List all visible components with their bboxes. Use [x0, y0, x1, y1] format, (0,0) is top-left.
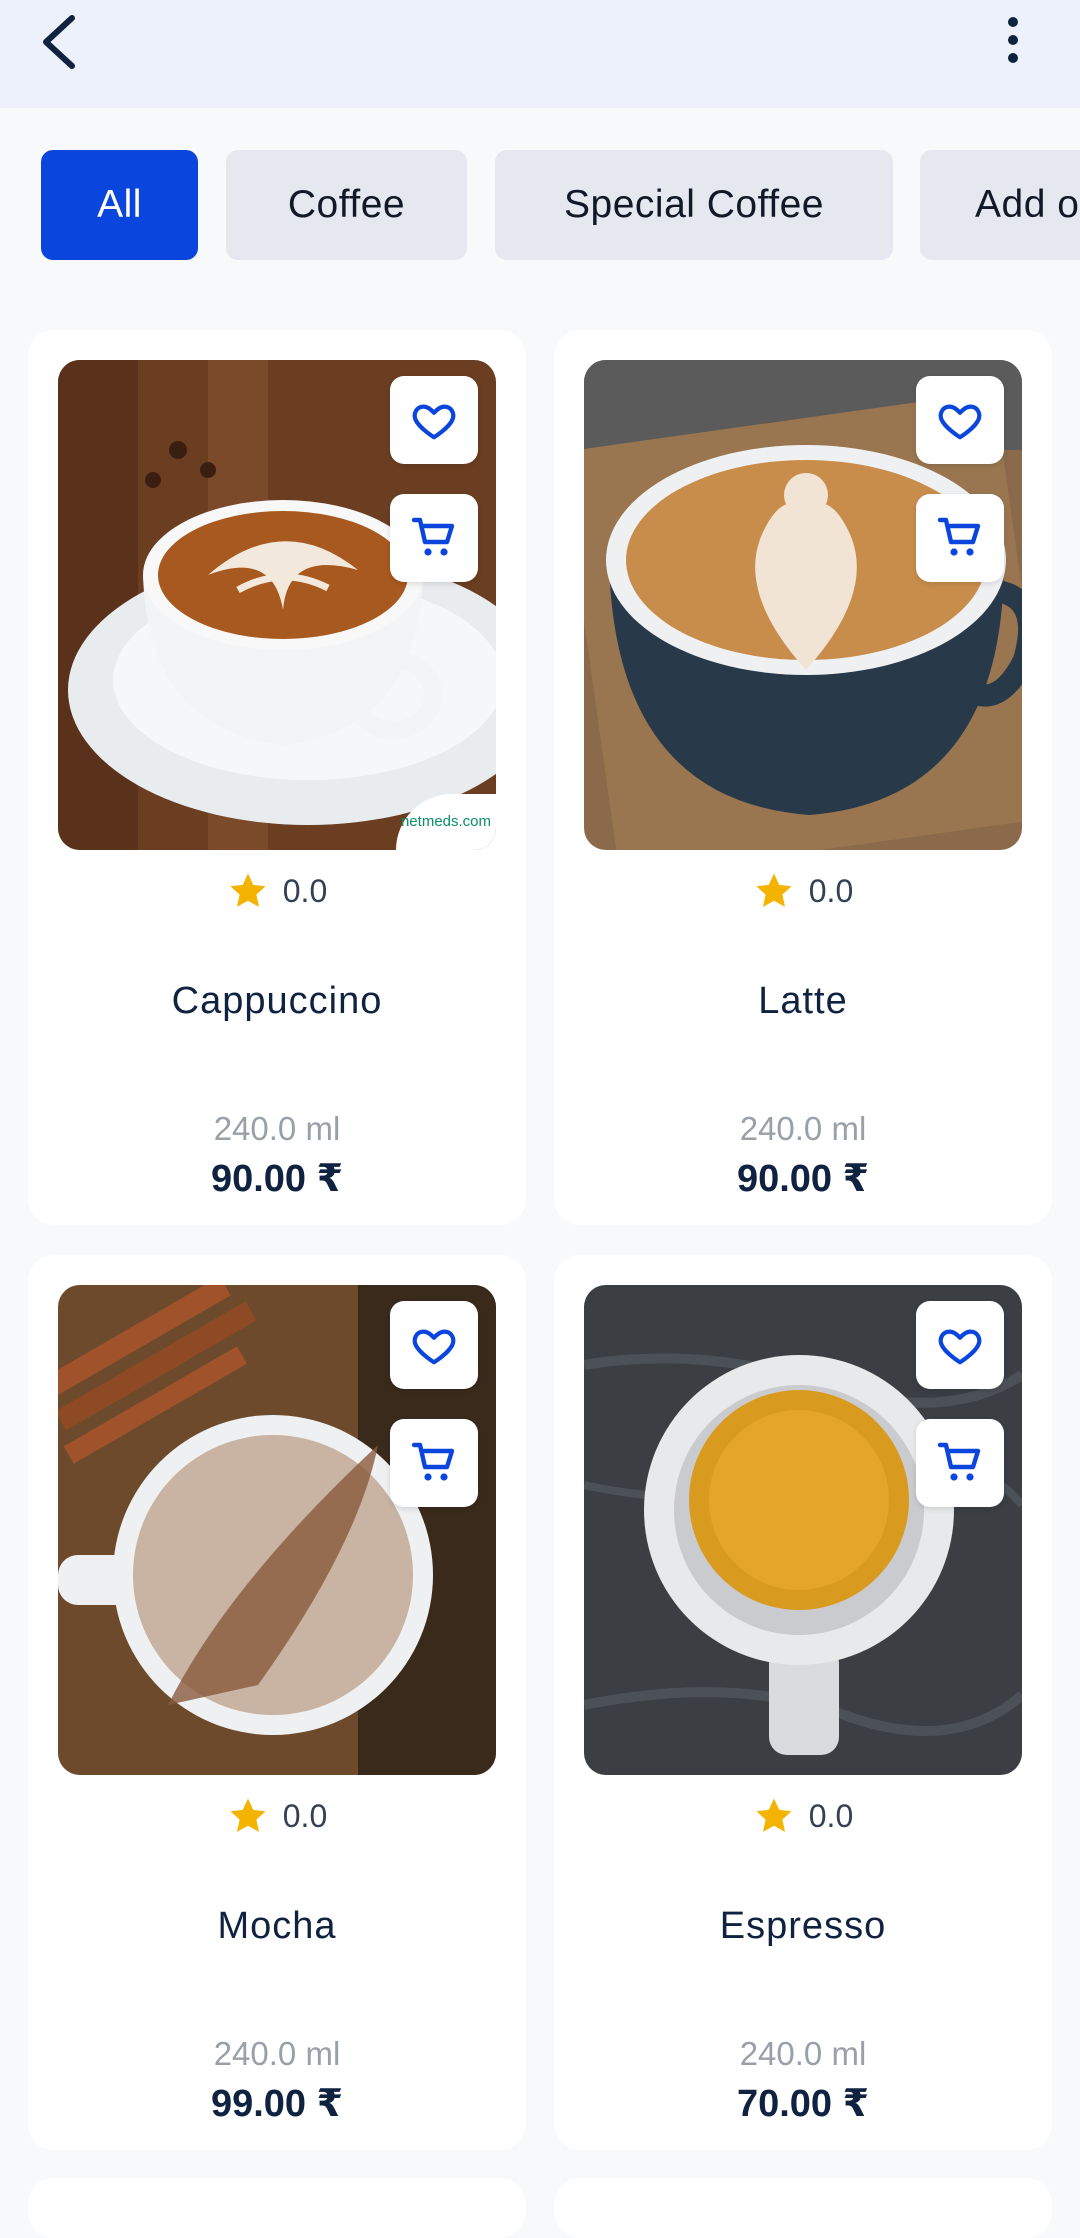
product-price: 70.00 ₹: [736, 2083, 870, 2125]
rating: 0.0: [28, 1795, 526, 1837]
rating-value: 0.0: [282, 872, 328, 909]
product-name: Cappuccino: [171, 980, 383, 1022]
cart-icon: [937, 1442, 981, 1481]
product-name: Latte: [758, 980, 848, 1022]
product-size: 240.0 ml: [213, 1110, 341, 1147]
top-app-bar: [0, 0, 1080, 108]
heart-icon: [938, 1329, 982, 1365]
product-price: 99.00 ₹: [210, 2083, 344, 2125]
product-price: 90.00 ₹: [736, 1158, 870, 1200]
favorite-button[interactable]: [390, 1301, 478, 1389]
add-to-cart-button[interactable]: [916, 494, 1004, 582]
tab-special-coffee[interactable]: Special Coffee: [495, 150, 893, 260]
favorite-button[interactable]: [916, 1301, 1004, 1389]
category-tabs: All Coffee Special Coffee Add o: [0, 150, 1080, 260]
back-button[interactable]: [36, 12, 86, 72]
add-to-cart-button[interactable]: [916, 1419, 1004, 1507]
favorite-button[interactable]: [916, 376, 1004, 464]
heart-icon: [412, 1329, 456, 1365]
product-card-cappuccino[interactable]: netmeds.com 0.0 Cappuccino 240.0 ml 90.0…: [28, 330, 526, 1225]
rating-value: 0.0: [282, 1797, 328, 1834]
rating-value: 0.0: [808, 872, 854, 909]
star-icon: [756, 1798, 792, 1832]
product-card-latte[interactable]: 0.0 Latte 240.0 ml 90.00 ₹: [554, 330, 1052, 1225]
product-size: 240.0 ml: [739, 2035, 867, 2072]
rating-value: 0.0: [808, 1797, 854, 1834]
product-price: 90.00 ₹: [210, 1158, 344, 1200]
favorite-button[interactable]: [390, 376, 478, 464]
product-card-partial[interactable]: [554, 2178, 1052, 2238]
rating: 0.0: [28, 870, 526, 912]
star-icon: [230, 873, 266, 907]
rating: 0.0: [554, 870, 1052, 912]
cart-icon: [411, 517, 455, 556]
product-size: 240.0 ml: [213, 2035, 341, 2072]
heart-icon: [412, 404, 456, 440]
product-size: 240.0 ml: [739, 1110, 867, 1147]
heart-icon: [938, 404, 982, 440]
more-vertical-icon: [1008, 17, 1018, 63]
tab-coffee[interactable]: Coffee: [226, 150, 467, 260]
add-to-cart-button[interactable]: [390, 494, 478, 582]
star-icon: [230, 1798, 266, 1832]
tab-add-ons[interactable]: Add o: [920, 150, 1080, 260]
product-card-mocha[interactable]: 0.0 Mocha 240.0 ml 99.00 ₹: [28, 1255, 526, 2150]
product-name: Mocha: [217, 1905, 337, 1947]
tab-all[interactable]: All: [41, 150, 198, 260]
add-to-cart-button[interactable]: [390, 1419, 478, 1507]
more-options-button[interactable]: [995, 12, 1031, 72]
star-icon: [756, 873, 792, 907]
product-name: Espresso: [719, 1905, 887, 1947]
product-card-espresso[interactable]: 0.0 Espresso 240.0 ml 70.00 ₹: [554, 1255, 1052, 2150]
cart-icon: [937, 517, 981, 556]
product-card-partial[interactable]: [28, 2178, 526, 2238]
rating: 0.0: [554, 1795, 1052, 1837]
chevron-left-icon: [43, 15, 75, 69]
cart-icon: [411, 1442, 455, 1481]
